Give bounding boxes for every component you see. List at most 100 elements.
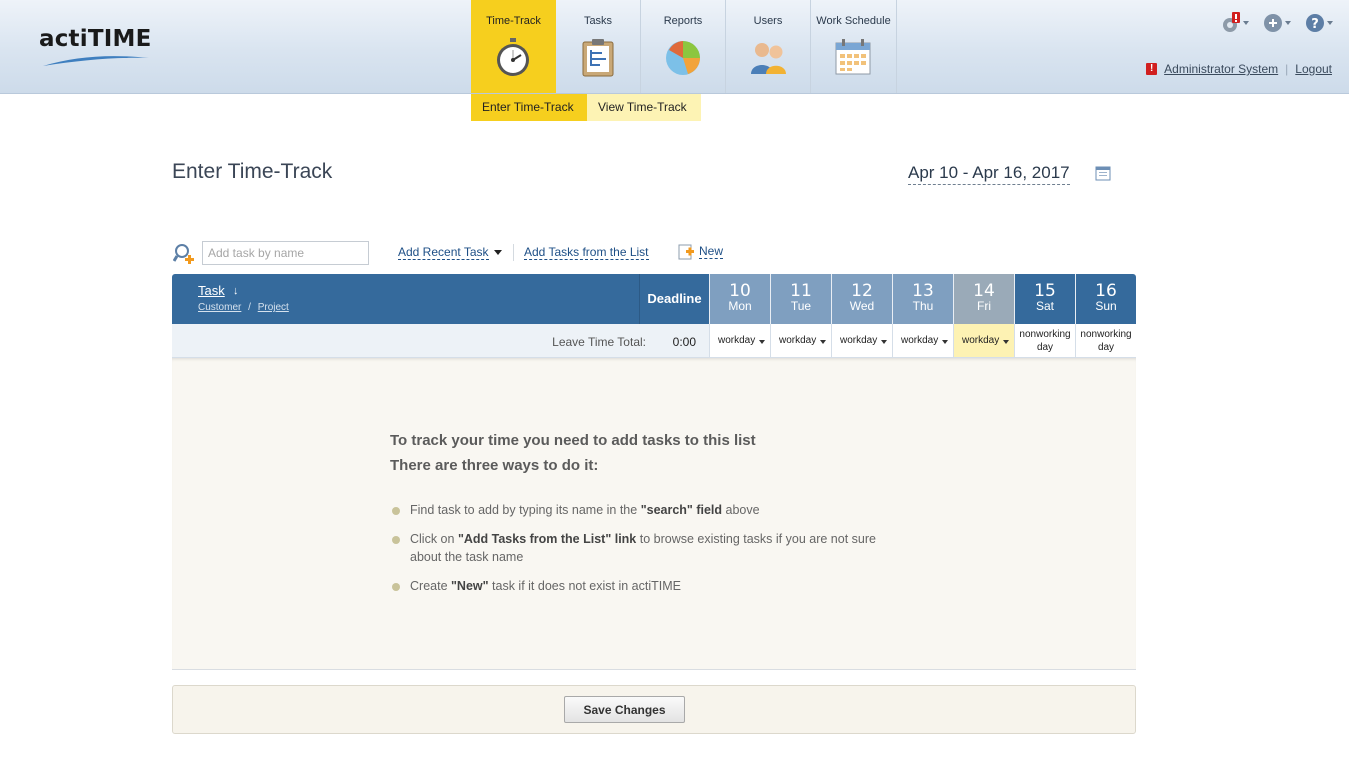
hint-text: Click on	[410, 532, 458, 546]
day-header-sat: 15 Sat	[1014, 274, 1075, 324]
day-type-label: workday	[840, 335, 878, 346]
day-type-select-fri[interactable]: workday	[953, 324, 1014, 357]
customer-sort-link[interactable]: Customer	[198, 302, 241, 313]
toolbar-divider	[513, 244, 514, 261]
empty-task-list: To track your time you need to add tasks…	[172, 358, 1136, 670]
time-track-grid: Task ↓ Customer / Project Deadline 10 Mo…	[172, 274, 1136, 670]
chevron-down-icon	[759, 340, 765, 344]
save-bar: Save Changes	[172, 685, 1136, 734]
subtab-enter-time-track[interactable]: Enter Time-Track	[471, 94, 587, 121]
add-recent-task-link[interactable]: Add Recent Task	[398, 245, 489, 260]
save-changes-button[interactable]: Save Changes	[564, 696, 685, 723]
day-header-tue: 11 Tue	[770, 274, 831, 324]
new-task-label: New	[699, 244, 724, 259]
user-name-link[interactable]: Administrator System	[1164, 62, 1278, 76]
day-header-thu: 13 Thu	[892, 274, 953, 324]
hint-text: task if it does not exist in actiTIME	[488, 579, 681, 593]
day-type-select-mon[interactable]: workday	[709, 324, 770, 357]
nav-tab-reports[interactable]: Reports	[641, 0, 726, 93]
day-type-select-thu[interactable]: workday	[892, 324, 953, 357]
add-icon	[1264, 14, 1282, 32]
day-number: 13	[912, 281, 934, 301]
hint-bold: "New"	[451, 579, 489, 593]
help-button[interactable]: ?	[1305, 12, 1333, 34]
leave-time-total: Leave Time Total: 0:00	[172, 324, 709, 357]
hint-bold: "Add Tasks from the List" link	[457, 532, 637, 546]
task-column-header: Task ↓ Customer / Project	[172, 274, 639, 324]
settings-alert-icon	[1223, 12, 1240, 32]
empty-state-title: To track your time you need to add tasks…	[390, 428, 756, 478]
hint-text: Create	[410, 579, 451, 593]
grid-header: Task ↓ Customer / Project Deadline 10 Mo…	[172, 274, 1136, 324]
separator: |	[1285, 62, 1289, 76]
empty-title-line: There are three ways to do it:	[390, 457, 599, 474]
subtab-view-time-track[interactable]: View Time-Track	[587, 94, 701, 121]
bullet-icon	[392, 507, 400, 515]
task-subheader: Customer / Project	[198, 302, 289, 313]
hint-text: above	[722, 503, 760, 517]
project-sort-link[interactable]: Project	[258, 302, 289, 313]
hint-text: Find task to add by typing its name in t…	[410, 503, 641, 517]
sort-down-icon[interactable]: ↓	[233, 285, 239, 297]
nav-tab-label: Users	[753, 15, 783, 27]
nav-tab-users[interactable]: Users	[726, 0, 811, 93]
sub-nav: Enter Time-Track View Time-Track	[471, 94, 701, 121]
day-type-label: workday	[718, 335, 756, 346]
search-add-icon	[173, 244, 194, 264]
add-recent-task-label: Add Recent Task	[398, 245, 489, 259]
day-header-mon: 10 Mon	[709, 274, 770, 324]
main-nav: Time-Track Tasks Reports Users Work Sche…	[471, 0, 897, 94]
calendar-icon	[835, 39, 871, 75]
day-header-wed: 12 Wed	[831, 274, 892, 324]
add-tasks-from-list-link[interactable]: Add Tasks from the List	[524, 245, 649, 260]
day-type-label: workday	[779, 335, 817, 346]
nav-tab-work-schedule[interactable]: Work Schedule	[811, 0, 897, 93]
new-task-icon	[678, 244, 694, 260]
nav-tab-label: Work Schedule	[816, 15, 891, 27]
task-sort-link[interactable]: Task	[198, 283, 225, 298]
week-range-selector[interactable]: Apr 10 - Apr 16, 2017	[908, 163, 1070, 185]
hint-bold: "search" field	[640, 503, 723, 517]
leave-time-row: Leave Time Total: 0:00 workday workday w…	[172, 324, 1136, 358]
logout-link[interactable]: Logout	[1295, 62, 1332, 76]
logo-text: actiTIME	[39, 26, 152, 52]
chevron-down-icon	[881, 340, 887, 344]
day-type-select-wed[interactable]: workday	[831, 324, 892, 357]
header-actions: ?	[1221, 12, 1333, 34]
logo[interactable]: actiTIME	[39, 26, 152, 66]
add-button[interactable]	[1263, 12, 1291, 34]
nav-tab-tasks[interactable]: Tasks	[556, 0, 641, 93]
day-number: 15	[1034, 281, 1056, 301]
day-number: 10	[729, 281, 751, 301]
chevron-down-icon[interactable]	[494, 250, 502, 256]
chevron-down-icon	[942, 340, 948, 344]
nav-tab-time-track[interactable]: Time-Track	[471, 0, 556, 93]
help-icon: ?	[1306, 14, 1324, 32]
stopwatch-icon	[497, 38, 529, 76]
bullet-icon	[392, 536, 400, 544]
top-header: actiTIME Time-Track Tasks Reports Users …	[0, 0, 1349, 94]
day-name: Mon	[728, 299, 752, 313]
day-name: Fri	[977, 299, 991, 313]
calendar-icon[interactable]	[1095, 165, 1111, 181]
day-name: Sat	[1035, 299, 1054, 313]
page-title: Enter Time-Track	[172, 160, 333, 183]
day-type-sun: nonworking day	[1075, 324, 1136, 357]
day-name: Wed	[849, 299, 875, 313]
day-number: 14	[973, 281, 995, 301]
leave-time-label: Leave Time Total:	[552, 335, 646, 349]
chevron-down-icon	[1285, 21, 1291, 25]
chevron-down-icon	[1327, 21, 1333, 25]
chevron-down-icon	[1243, 21, 1249, 25]
warning-icon: !	[1146, 63, 1158, 75]
search-input[interactable]	[202, 241, 369, 265]
day-type-sat: nonworking day	[1014, 324, 1075, 357]
day-number: 12	[851, 281, 873, 301]
day-type-select-tue[interactable]: workday	[770, 324, 831, 357]
new-task-button[interactable]: New	[678, 243, 724, 260]
day-type-label: workday	[962, 335, 1000, 346]
day-header-fri: 14 Fri	[953, 274, 1014, 324]
settings-alert-button[interactable]	[1221, 12, 1249, 34]
nav-tab-label: Time-Track	[486, 15, 541, 27]
day-name: Tue	[790, 299, 812, 313]
